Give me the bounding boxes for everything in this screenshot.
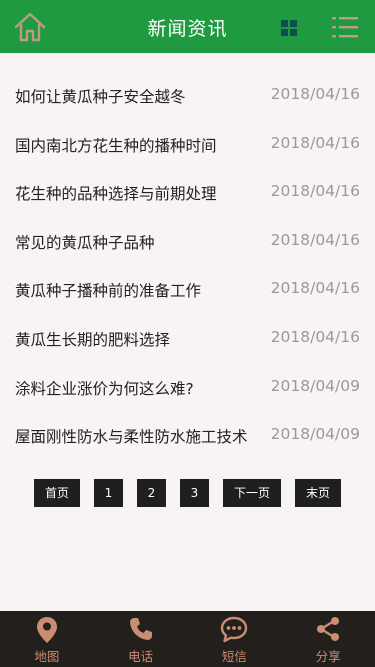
map-pin-icon	[36, 617, 57, 643]
news-item[interactable]: 如何让黄瓜种子安全越冬 2018/04/16	[0, 71, 375, 120]
nav-share[interactable]: 分享	[281, 611, 375, 667]
news-title: 如何让黄瓜种子安全越冬	[15, 88, 186, 106]
nav-phone-label: 电话	[128, 649, 154, 664]
nav-sms[interactable]: 短信	[188, 611, 282, 667]
last-page-button[interactable]: 末页	[295, 479, 341, 507]
share-icon	[317, 617, 340, 641]
news-item[interactable]: 花生种的品种选择与前期处理 2018/04/16	[0, 168, 375, 217]
first-page-button[interactable]: 首页	[34, 479, 80, 507]
news-item[interactable]: 黄瓜生长期的肥料选择 2018/04/16	[0, 314, 375, 363]
grid-icon	[281, 20, 297, 36]
page-title: 新闻资讯	[147, 18, 228, 40]
news-item[interactable]: 黄瓜种子播种前的准备工作 2018/04/16	[0, 265, 375, 314]
nav-map[interactable]: 地图	[0, 611, 94, 667]
news-list: 如何让黄瓜种子安全越冬 2018/04/16 国内南北方花生种的播种时间 2018/…	[0, 71, 375, 460]
news-title: 花生种的品种选择与前期处理	[15, 185, 217, 204]
news-date: 2018/04/16	[270, 230, 360, 249]
nav-share-label: 分享	[315, 649, 341, 664]
news-date: 2018/04/16	[270, 279, 360, 298]
news-item[interactable]: 国内南北方花生种的播种时间 2018/04/16	[0, 120, 375, 169]
news-date: 2018/04/16	[270, 182, 360, 201]
header-bar: 新闻资讯	[0, 0, 375, 53]
grid-view-button[interactable]	[281, 20, 297, 36]
news-title: 黄瓜种子播种前的准备工作	[15, 282, 202, 301]
news-title: 涂料企业涨价为何这么难?	[15, 379, 194, 398]
pagination: 首页 1 2 3 下一页 末页	[0, 479, 375, 507]
news-title: 国内南北方花生种的播种时间	[15, 136, 217, 155]
news-date: 2018/04/09	[270, 376, 360, 395]
sms-icon	[221, 616, 248, 643]
menu-button[interactable]	[331, 15, 359, 39]
next-page-button[interactable]: 下一页	[223, 479, 281, 507]
news-item[interactable]: 涂料企业涨价为何这么难? 2018/04/09	[0, 363, 375, 412]
page-3-button[interactable]: 3	[180, 479, 209, 507]
news-date: 2018/04/16	[270, 85, 360, 103]
list-menu-icon	[332, 17, 358, 38]
phone-icon	[129, 618, 152, 640]
news-title: 黄瓜生长期的肥料选择	[15, 330, 171, 349]
news-title: 屋面刚性防水与柔性防水施工技术	[15, 428, 248, 447]
page-1-button[interactable]: 1	[94, 479, 123, 507]
news-item[interactable]: 屋面刚性防水与柔性防水施工技术 2018/04/09	[0, 411, 375, 460]
news-date: 2018/04/16	[270, 133, 360, 152]
news-title: 常见的黄瓜种子品种	[15, 233, 155, 252]
page-2-button[interactable]: 2	[137, 479, 166, 507]
bottom-nav: 地图 电话 短信 分享	[0, 611, 375, 667]
news-date: 2018/04/16	[270, 327, 360, 346]
nav-phone[interactable]: 电话	[94, 611, 188, 667]
news-item[interactable]: 常见的黄瓜种子品种 2018/04/16	[0, 217, 375, 266]
nav-sms-label: 短信	[221, 649, 247, 664]
nav-map-label: 地图	[34, 649, 60, 664]
news-date: 2018/04/09	[270, 425, 360, 444]
